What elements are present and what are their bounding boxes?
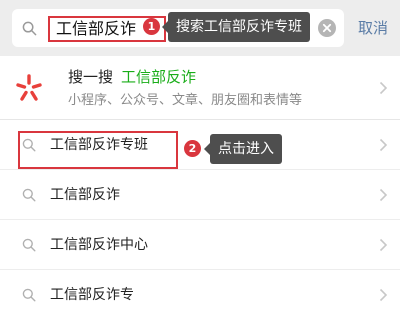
suggestion-label: 工信部反诈中心 — [50, 237, 148, 253]
annotation-badge-2: 2 — [184, 140, 201, 157]
cancel-button[interactable]: 取消 — [352, 16, 394, 40]
search-results: 搜一搜 工信部反诈 小程序、公众号、文章、朋友圈和表情等 工信部反诈专班 工信部反… — [0, 56, 400, 312]
sousou-subtitle: 小程序、公众号、文章、朋友圈和表情等 — [68, 93, 303, 108]
chevron-right-icon — [379, 81, 388, 95]
chevron-right-icon — [379, 288, 388, 302]
search-icon — [22, 288, 36, 302]
search-icon — [22, 21, 37, 36]
suggestion-item[interactable]: 工信部反诈 — [0, 170, 400, 220]
annotation-tooltip-2: 点击进入 — [204, 134, 282, 164]
suggestion-label: 工信部反诈专 — [50, 287, 134, 303]
chevron-right-icon — [379, 188, 388, 202]
suggestion-item[interactable]: 工信部反诈中心 — [0, 220, 400, 270]
annotation-highlight-box — [18, 131, 178, 169]
chevron-right-icon — [379, 238, 388, 252]
chevron-right-icon — [379, 138, 388, 152]
annotation-badge-1: 1 — [143, 18, 160, 35]
suggestion-label: 工信部反诈 — [50, 187, 120, 203]
sousou-keyword: 工信部反诈 — [121, 68, 197, 86]
sousou-entry[interactable]: 搜一搜 工信部反诈 小程序、公众号、文章、朋友圈和表情等 — [0, 56, 400, 120]
sousou-logo-icon — [16, 74, 42, 101]
search-icon — [22, 238, 36, 252]
sousou-title: 搜一搜 工信部反诈 — [68, 67, 196, 87]
suggestion-item[interactable]: 工信部反诈专 — [0, 270, 400, 312]
sousou-title-text: 搜一搜 — [68, 68, 114, 86]
search-icon — [22, 188, 36, 202]
clear-icon[interactable] — [318, 19, 336, 37]
annotation-tooltip-1: 搜索工信部反诈专班 — [162, 12, 310, 42]
